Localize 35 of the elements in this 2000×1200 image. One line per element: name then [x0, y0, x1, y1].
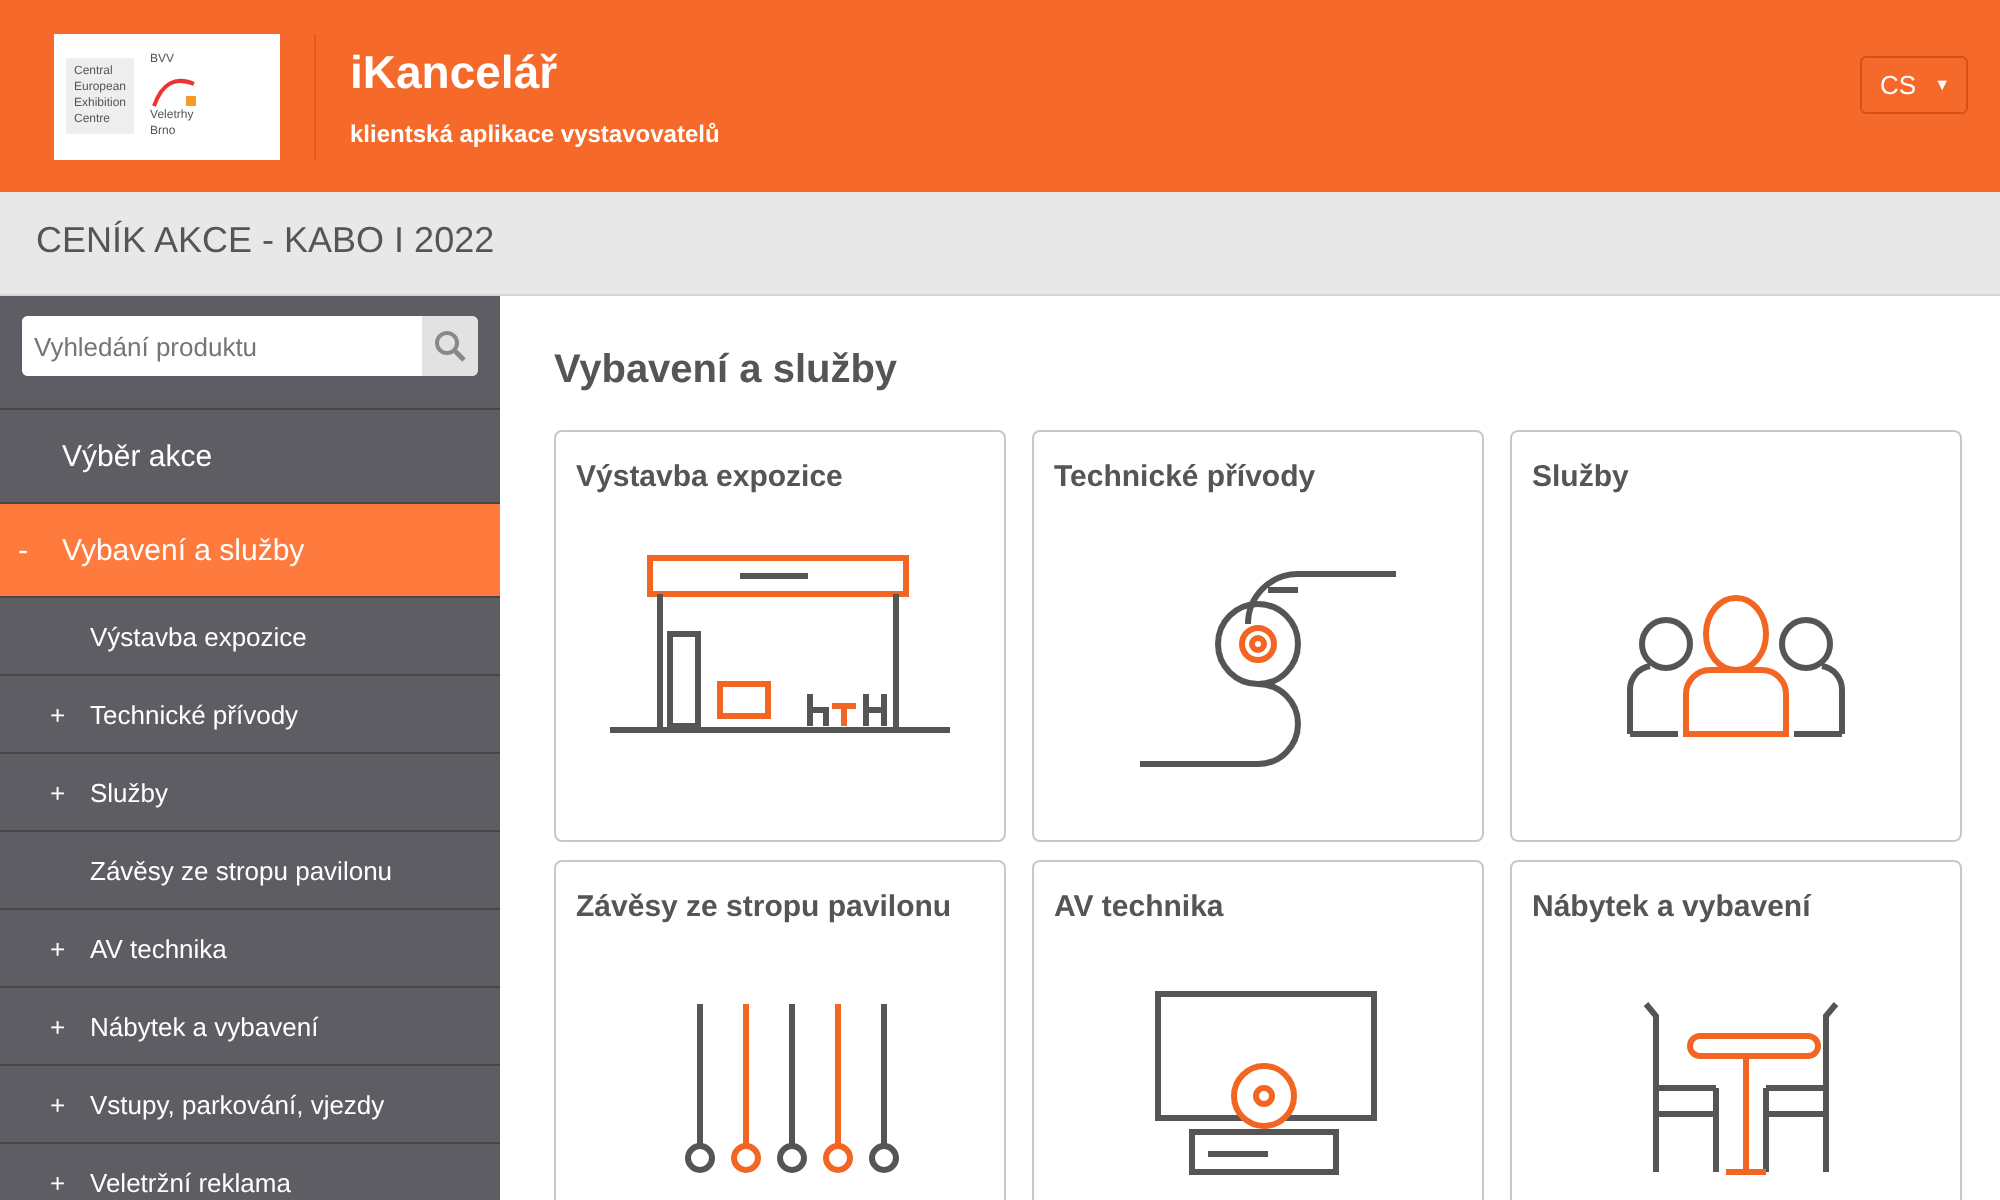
page-title: CENÍK AKCE - KABO I 2022 — [36, 220, 495, 260]
card-title: Technické přívody — [1054, 460, 1318, 494]
nav-label: Výběr akce — [62, 439, 213, 473]
nav-subitem[interactable]: Služby — [90, 777, 169, 807]
category-card[interactable]: AV technika — [1032, 860, 1484, 1200]
expander-sign[interactable]: + — [50, 933, 66, 963]
nav-subitem[interactable]: Závěsy ze stropu pavilonu — [90, 855, 393, 885]
app-subtitle: klientská aplikace vystavovatelů — [350, 119, 722, 147]
nav-subitem[interactable]: Technické přívody — [90, 699, 299, 729]
nav-subitem[interactable]: AV technika — [90, 933, 227, 963]
card-title: Závěsy ze stropu pavilonu — [576, 890, 954, 924]
expander-sign[interactable]: + — [50, 1167, 66, 1197]
search-button[interactable] — [422, 316, 478, 376]
category-card[interactable]: Služby — [1510, 430, 1962, 842]
search-icon — [434, 330, 466, 362]
category-card[interactable]: Výstavba expozice — [554, 430, 1006, 842]
nav-subitem[interactable]: Výstavba expozice — [90, 621, 307, 651]
card-title: Služby — [1532, 460, 1631, 494]
card-title: Nábytek a vybavení — [1532, 890, 1814, 924]
expander-sign[interactable]: + — [50, 1089, 66, 1119]
nav-subitem[interactable]: Vstupy, parkování, vjezdy — [90, 1089, 385, 1119]
expander-sign[interactable]: + — [50, 777, 66, 807]
nav-subitem[interactable]: Nábytek a vybavení — [90, 1011, 319, 1041]
card-title: AV technika — [1054, 890, 1226, 924]
expander-sign[interactable]: + — [50, 699, 66, 729]
nav-label: Vybavení a služby — [62, 533, 305, 567]
expander-sign[interactable]: + — [50, 1011, 66, 1041]
category-card[interactable]: Závěsy ze stropu pavilonu — [554, 860, 1006, 1200]
card-title: Výstavba expozice — [576, 460, 845, 494]
section-heading: Vybavení a služby — [554, 348, 898, 394]
nav-subitem[interactable]: Veletržní reklama — [90, 1167, 291, 1197]
app-title: iKancelář — [350, 45, 560, 99]
category-card[interactable]: Technické přívody — [1032, 430, 1484, 842]
search-field[interactable]: Vyhledání produktu — [22, 316, 478, 376]
category-card[interactable]: Nábytek a vybavení — [1510, 860, 1962, 1200]
